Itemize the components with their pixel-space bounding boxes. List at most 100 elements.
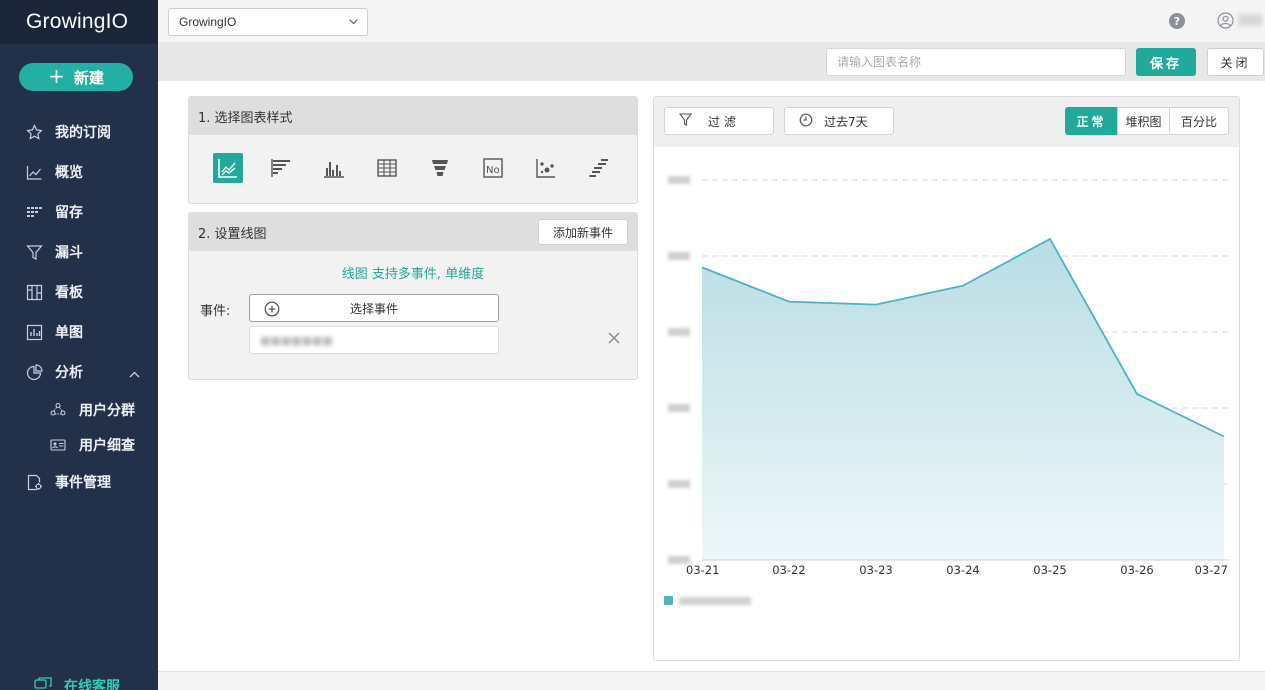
- select-event-label: 选择事件: [349, 301, 398, 316]
- user-name[interactable]: [1238, 14, 1262, 26]
- sidebar-subitem-label: 用户分群: [79, 402, 135, 419]
- selected-event-name-redacted: ■■■■■■■: [260, 333, 333, 347]
- add-event-button[interactable]: 添加新事件: [538, 219, 628, 245]
- new-button[interactable]: + 新建: [19, 63, 133, 91]
- sidebar-item-label: 看板: [55, 285, 83, 301]
- time-range-label: 过去7天: [824, 114, 868, 129]
- chart-style-title: 1. 选择图表样式: [189, 97, 637, 135]
- x-tick-label: 03-22: [772, 563, 805, 577]
- line-settings-title: 2. 设置线图: [198, 226, 267, 242]
- chevron-up-icon: [129, 366, 140, 382]
- sidebar-item-label: 概览: [55, 165, 83, 181]
- remove-event-icon[interactable]: [608, 332, 620, 348]
- horizontal-bar-icon: [271, 159, 290, 177]
- project-selector[interactable]: GrowingIO: [168, 8, 368, 36]
- sidebar-item-dashboard[interactable]: 看板: [0, 272, 158, 312]
- area-chart: 03-21 03-22 03-23 03-24 03-25 03-26 03-27: [664, 176, 1229, 605]
- line-chart-type-icon: [218, 159, 237, 178]
- sidebar-item-overview[interactable]: 概览: [0, 152, 158, 192]
- sidebar-subitem-user-details[interactable]: 用户细查: [0, 427, 158, 462]
- save-button[interactable]: 保存: [1136, 48, 1196, 76]
- chart-toolbar: 过 滤 过去7天 正常 堆积图 百分比: [654, 97, 1239, 147]
- x-tick-label: 03-26: [1120, 563, 1153, 577]
- select-event-button[interactable]: 选择事件: [249, 294, 499, 322]
- id-card-icon: [50, 437, 66, 453]
- sidebar-subitem-label: 用户细查: [79, 437, 135, 454]
- sidebar: GrowingIO + 新建 我的订阅 概览 留存 漏斗 看板 单图 分析 用户…: [0, 0, 158, 690]
- sidebar-item-funnel[interactable]: 漏斗: [0, 232, 158, 272]
- series-area-fill: [702, 238, 1224, 560]
- x-tick-label: 03-25: [1033, 563, 1066, 577]
- sidebar-item-single-chart[interactable]: 单图: [0, 312, 158, 352]
- event-label: 事件:: [200, 304, 231, 319]
- y-tick-label-redacted: [668, 480, 690, 488]
- online-support-link[interactable]: 在线客服: [34, 676, 120, 690]
- chart-type-column[interactable]: [319, 153, 349, 183]
- user-avatar-icon[interactable]: [1217, 12, 1234, 33]
- support-label: 在线客服: [64, 679, 120, 690]
- chat-icon: [34, 676, 52, 690]
- clock-icon: [799, 113, 813, 130]
- sidebar-item-label: 单图: [55, 325, 83, 341]
- selected-event[interactable]: ■■■■■■■: [249, 326, 499, 354]
- app-logo[interactable]: GrowingIO: [0, 0, 158, 44]
- x-tick-label: 03-21: [686, 563, 719, 577]
- chevron-down-icon: [348, 16, 359, 30]
- x-tick-label: 03-24: [946, 563, 979, 577]
- close-button[interactable]: 关闭: [1207, 48, 1264, 76]
- add-circle-icon: [264, 301, 280, 320]
- sidebar-item-label: 分析: [55, 365, 83, 381]
- plus-icon: +: [48, 64, 65, 88]
- sidebar-item-analysis[interactable]: 分析: [0, 352, 158, 392]
- chart-type-line[interactable]: [213, 153, 243, 183]
- y-tick-label-redacted: [668, 328, 690, 336]
- star-icon: [25, 123, 43, 141]
- funnel-chart-icon: [432, 160, 448, 176]
- chart-type-table[interactable]: [372, 153, 402, 183]
- line-chart-icon: [25, 163, 43, 181]
- chart-type-stair[interactable]: [584, 153, 614, 183]
- sidebar-item-label: 我的订阅: [55, 125, 111, 141]
- sidebar-item-subscriptions[interactable]: 我的订阅: [0, 112, 158, 152]
- y-tick-label-redacted: [668, 176, 690, 184]
- svg-text:No: No: [486, 165, 500, 176]
- line-chart-hint: 线图 支持多事件, 单维度: [341, 267, 485, 282]
- funnel-icon: [25, 243, 43, 261]
- chart-type-funnel[interactable]: [425, 153, 455, 183]
- x-tick-label: 03-27: [1195, 563, 1228, 577]
- legend-label-redacted: [679, 597, 751, 605]
- chart-type-list: No: [189, 135, 637, 201]
- sidebar-item-retention[interactable]: 留存: [0, 192, 158, 232]
- mode-stacked[interactable]: 堆积图: [1117, 107, 1170, 135]
- pie-icon: [25, 363, 43, 381]
- chart-type-horizontal-bar[interactable]: [266, 153, 296, 183]
- line-settings-header: 2. 设置线图 添加新事件: [189, 213, 637, 251]
- y-tick-label-redacted: [668, 252, 690, 260]
- chart-style-panel: 1. 选择图表样式 No: [188, 96, 638, 204]
- y-tick-label-redacted: [668, 404, 690, 412]
- filter-button[interactable]: 过 滤: [664, 107, 774, 135]
- number-icon: No: [483, 158, 503, 178]
- user-group-icon: [50, 402, 66, 418]
- chart-preview-panel: 过 滤 过去7天 正常 堆积图 百分比 03-21 03-22 03-23 03-24…: [653, 96, 1240, 661]
- sidebar-nav: 我的订阅 概览 留存 漏斗 看板 单图 分析 用户分群 用户细查 事件管理: [0, 112, 158, 502]
- bar-chart-icon: [25, 323, 43, 341]
- mode-percent[interactable]: 百分比: [1169, 107, 1229, 135]
- top-bar: GrowingIO ?: [158, 0, 1265, 42]
- filter-label: 过 滤: [708, 114, 736, 129]
- x-tick-label: 03-23: [859, 563, 892, 577]
- chart-type-number[interactable]: No: [478, 153, 508, 183]
- sidebar-item-label: 漏斗: [55, 245, 83, 261]
- event-doc-icon: [25, 473, 43, 491]
- filter-icon: [678, 112, 693, 130]
- table-icon: [377, 159, 397, 177]
- footer-bar: [158, 671, 1265, 690]
- mode-normal[interactable]: 正常: [1065, 107, 1118, 135]
- sidebar-item-event-management[interactable]: 事件管理: [0, 462, 158, 502]
- chart-name-input[interactable]: [826, 48, 1126, 76]
- sidebar-subitem-user-segments[interactable]: 用户分群: [0, 392, 158, 427]
- time-range-button[interactable]: 过去7天: [784, 107, 894, 135]
- help-icon[interactable]: ?: [1169, 13, 1185, 29]
- sidebar-item-label: 留存: [55, 205, 83, 221]
- chart-type-scatter[interactable]: [531, 153, 561, 183]
